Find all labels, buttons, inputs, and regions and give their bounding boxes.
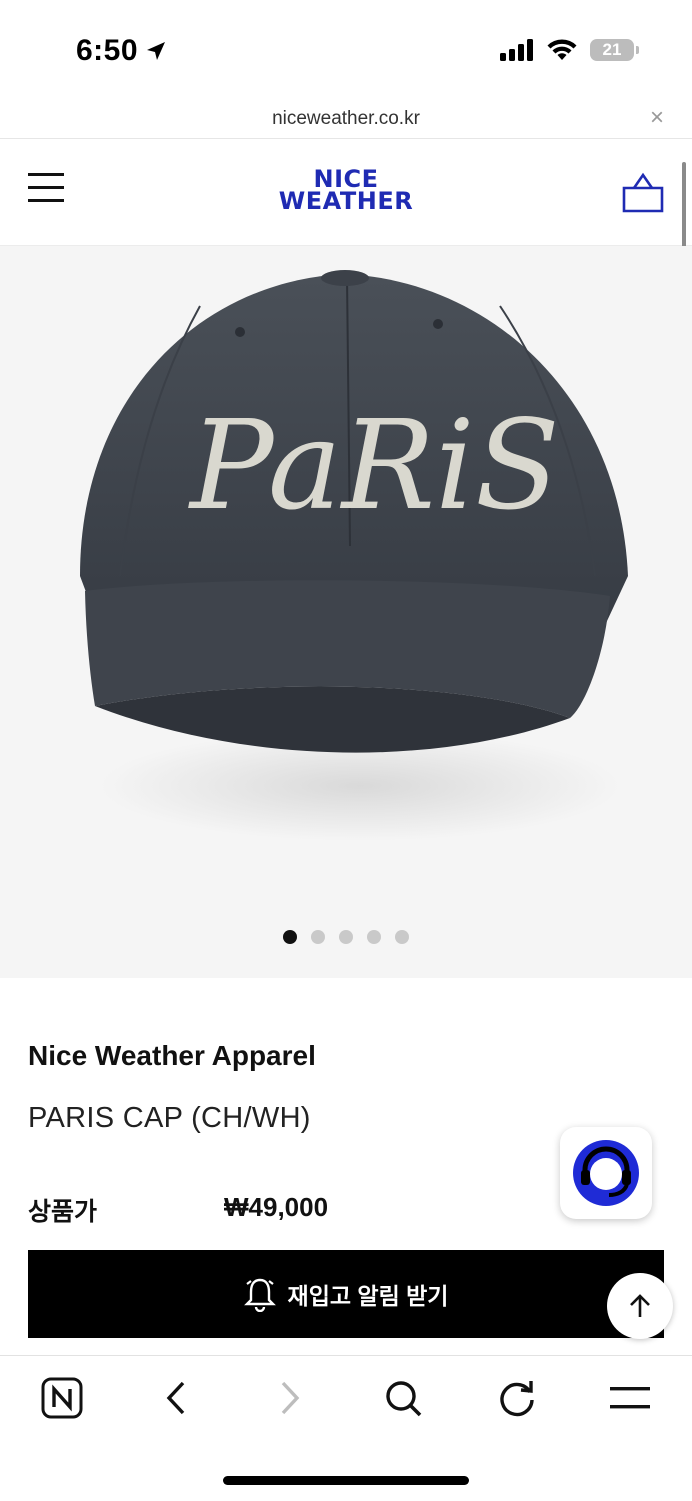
back-icon[interactable]	[154, 1376, 198, 1420]
restock-alert-button[interactable]: 재입고 알림 받기	[28, 1250, 664, 1338]
arrow-up-icon	[630, 1294, 650, 1317]
carousel-dot[interactable]	[339, 930, 353, 944]
product-brand: Nice Weather Apparel	[28, 1040, 316, 1071]
carousel-dot[interactable]	[283, 930, 297, 944]
page-scrollbar[interactable]	[682, 162, 686, 256]
product-image: PaRiS	[80, 270, 628, 841]
scroll-to-top-button[interactable]	[607, 1273, 673, 1339]
bell-icon	[243, 1278, 276, 1312]
shopping-bag-icon[interactable]	[622, 172, 664, 214]
battery-level: 21	[602, 40, 622, 59]
price-label: 상품가	[28, 1198, 98, 1226]
status-time-text: 6:50	[76, 34, 139, 67]
battery-icon: 21	[590, 39, 639, 61]
browser-url[interactable]: niceweather.co.kr	[0, 108, 692, 130]
location-arrow-icon	[147, 42, 166, 60]
forward-icon[interactable]	[268, 1376, 312, 1420]
site-logo[interactable]: NICE WEATHER	[0, 167, 692, 215]
naver-n-icon[interactable]	[40, 1376, 84, 1420]
headset-chat-icon	[573, 1140, 639, 1206]
cap-embroidery-text: PaRiS	[188, 394, 560, 538]
search-icon[interactable]	[381, 1376, 425, 1420]
logo-line-2: WEATHER	[278, 187, 414, 215]
product-image-carousel[interactable]: PaRiS	[0, 246, 692, 978]
wifi-icon	[547, 39, 577, 60]
browser-menu-icon[interactable]	[608, 1376, 652, 1420]
carousel-dot[interactable]	[395, 930, 409, 944]
carousel-dot[interactable]	[367, 930, 381, 944]
reload-icon[interactable]	[495, 1376, 539, 1420]
status-time: 6:50	[76, 34, 168, 68]
close-tab-icon[interactable]: ×	[650, 104, 664, 132]
restock-alert-label: 재입고 알림 받기	[287, 1283, 449, 1309]
cellular-signal-icon	[500, 39, 533, 61]
status-indicators: 21	[500, 38, 639, 62]
home-indicator[interactable]	[223, 1476, 469, 1485]
product-name: PARIS CAP (CH/WH)	[28, 1102, 311, 1134]
customer-support-button[interactable]	[560, 1127, 652, 1219]
carousel-dot[interactable]	[311, 930, 325, 944]
carousel-pagination[interactable]	[0, 930, 692, 944]
product-price: ₩49,000	[224, 1192, 329, 1222]
